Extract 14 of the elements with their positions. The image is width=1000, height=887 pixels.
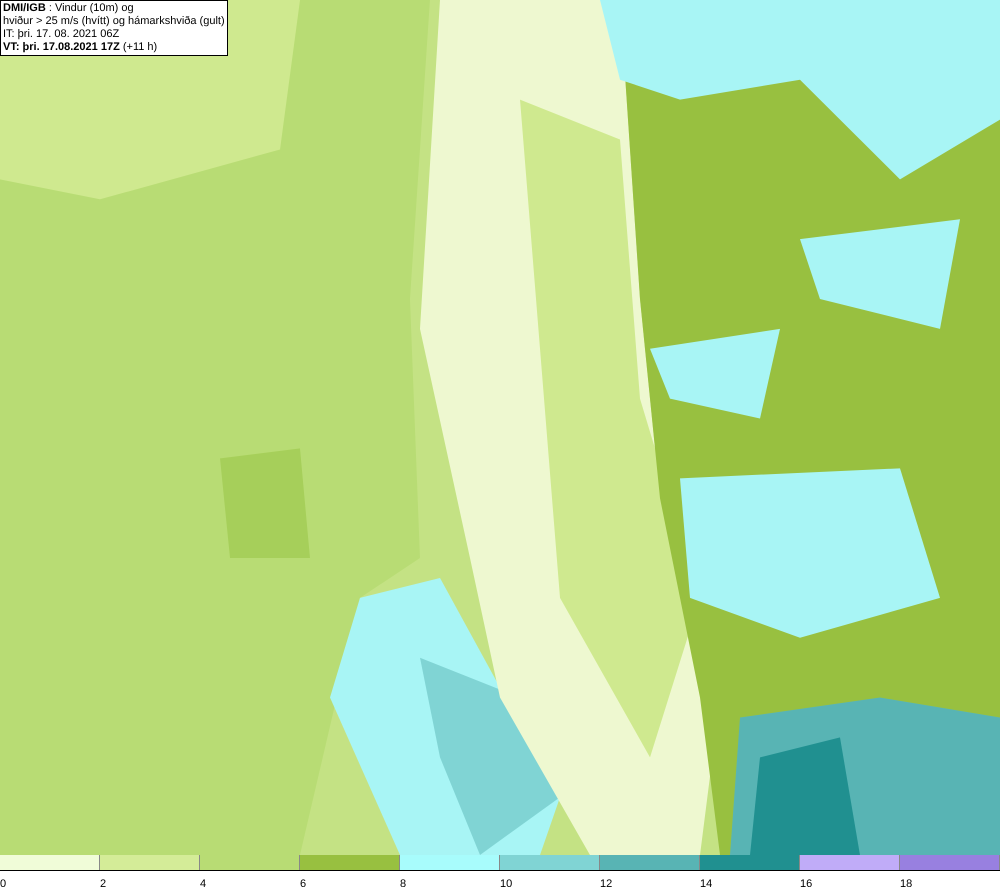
title-line: DMI/IGB : Vindur (10m) og xyxy=(3,2,135,15)
legend-label: 4 xyxy=(200,878,206,887)
title-line: VT: þri. 17.08.2021 17Z (+11 h) xyxy=(3,41,158,54)
legend-label: 10 xyxy=(500,878,512,887)
title-line: IT: þri. 17. 08. 2021 06Z xyxy=(3,28,120,41)
legend-label: 8 xyxy=(400,878,406,887)
legend-label: 6 xyxy=(300,878,306,887)
title-line: hviður > 25 m/s (hvítt) og hámarkshviða (gult) xyxy=(3,15,225,28)
legend-label: 14 xyxy=(700,878,712,887)
legend-label: 18 xyxy=(900,878,912,887)
legend-label: 16 xyxy=(800,878,812,887)
legend-label: 2 xyxy=(100,878,106,887)
legend-label: 12 xyxy=(600,878,612,887)
legend-label: 0 xyxy=(0,878,6,887)
